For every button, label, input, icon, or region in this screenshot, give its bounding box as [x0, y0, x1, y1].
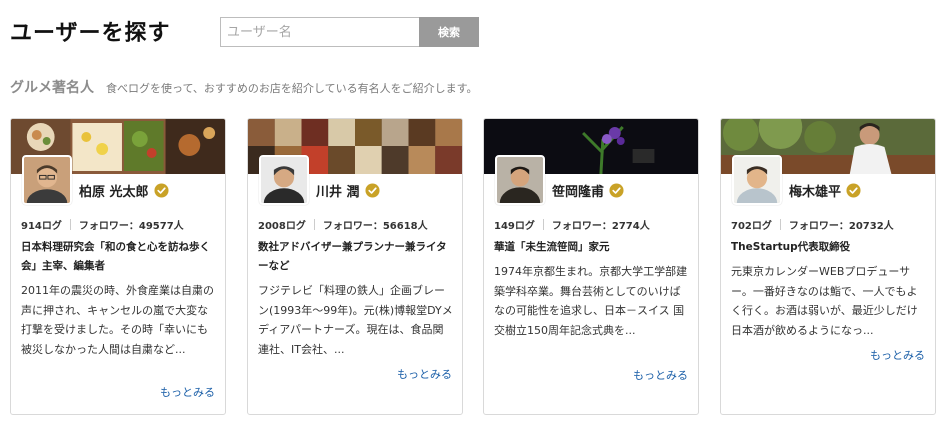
search-header: ユーザーを探す [10, 14, 171, 48]
stats-row: 914ログ フォロワー：49577人 [21, 217, 184, 232]
celebrity-description: 元東京カレンダーWEBプロデューサー。一番好きなのは鮨で、一人でもよく行く。お酒… [731, 265, 918, 337]
name-row: 川井 潤 [316, 181, 380, 200]
review-count: 2008ログ [258, 221, 306, 232]
verified-badge-icon [365, 183, 380, 198]
celebrity-description: フジテレビ「料理の鉄人」企画ブレーン(1993年〜99年)。元(株)博報堂DYメ… [258, 284, 453, 356]
section-header: グルメ著名人 食べログを使って、おすすめのお店を紹介している有名人をご紹介します… [10, 77, 477, 97]
review-count: 149ログ [494, 221, 535, 232]
celebrity-card-list: 柏原 光太郎 914ログ フォロワー：49577人 日本料理研究会「和の食と心を… [10, 118, 936, 415]
verified-badge-icon [846, 183, 861, 198]
stats-row: 149ログ フォロワー：2774人 [494, 217, 650, 232]
celebrity-title: 数社アドバイザー兼プランナー兼ライターなど [258, 241, 447, 272]
celebrity-title: TheStartup代表取締役 [731, 241, 851, 253]
stats-row: 2008ログ フォロワー：56618人 [258, 217, 428, 232]
stat-divider [69, 219, 71, 230]
page-title: ユーザーを探す [10, 21, 171, 46]
follower-count: フォロワー：20732人 [788, 221, 894, 232]
see-more-link[interactable]: もっとみる [397, 366, 452, 382]
follower-count: フォロワー：49577人 [78, 221, 184, 232]
celebrity-card[interactable]: 梅木雄平 702ログ フォロワー：20732人 TheStartup代表取締役 … [720, 118, 936, 415]
celebrity-title: 華道「未生流笹岡」家元 [494, 241, 610, 253]
avatar[interactable] [22, 155, 72, 205]
verified-badge-icon [609, 183, 624, 198]
celebrity-name[interactable]: 柏原 光太郎 [79, 181, 149, 200]
review-count: 702ログ [731, 221, 772, 232]
section-description: 食べログを使って、おすすめのお店を紹介している有名人をご紹介します。 [106, 82, 478, 95]
search-button[interactable]: 検索 [419, 17, 479, 47]
name-row: 梅木雄平 [789, 181, 861, 200]
section-title: グルメ著名人 [10, 80, 94, 96]
username-search-input[interactable] [220, 17, 419, 47]
search-box: 検索 [220, 17, 479, 47]
stats-row: 702ログ フォロワー：20732人 [731, 217, 894, 232]
see-more-link[interactable]: もっとみる [870, 347, 925, 363]
see-more-link[interactable]: もっとみる [160, 384, 215, 400]
celebrity-description: 2011年の震災の時、外食産業は自粛の声に押され、キャンセルの嵐で大変な打撃を受… [21, 284, 214, 356]
stat-divider [542, 219, 544, 230]
follower-count: フォロワー：56618人 [322, 221, 428, 232]
avatar[interactable] [732, 155, 782, 205]
celebrity-card[interactable]: 川井 潤 2008ログ フォロワー：56618人 数社アドバイザー兼プランナー兼… [247, 118, 463, 415]
celebrity-name[interactable]: 梅木雄平 [789, 181, 841, 200]
stat-divider [779, 219, 781, 230]
celebrity-card[interactable]: 笹岡隆甫 149ログ フォロワー：2774人 華道「未生流笹岡」家元 1974年… [483, 118, 699, 415]
celebrity-name[interactable]: 川井 潤 [316, 181, 360, 200]
see-more-link[interactable]: もっとみる [633, 367, 688, 383]
celebrity-name[interactable]: 笹岡隆甫 [552, 181, 604, 200]
celebrity-card[interactable]: 柏原 光太郎 914ログ フォロワー：49577人 日本料理研究会「和の食と心を… [10, 118, 226, 415]
stat-divider [313, 219, 315, 230]
avatar[interactable] [259, 155, 309, 205]
follower-count: フォロワー：2774人 [551, 221, 650, 232]
name-row: 笹岡隆甫 [552, 181, 624, 200]
avatar[interactable] [495, 155, 545, 205]
verified-badge-icon [154, 183, 169, 198]
celebrity-description: 1974年京都生まれ。京都大学工学部建築学科卒業。舞台芸術としてのいけばなの可能… [494, 265, 688, 337]
review-count: 914ログ [21, 221, 62, 232]
name-row: 柏原 光太郎 [79, 181, 169, 200]
celebrity-title: 日本料理研究会「和の食と心を訪ね歩く会」主宰、編集者 [21, 241, 210, 272]
